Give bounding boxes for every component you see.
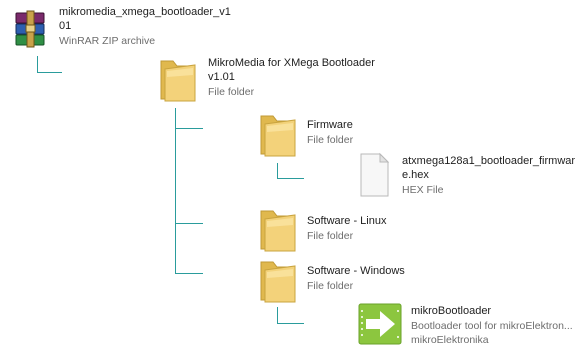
file-hex-type: HEX File [402,184,444,196]
folder-linux-name: Software - Linux [307,215,387,227]
tree-line-firmware-h [175,128,203,129]
folder-main-name-line2: v1.01 [208,71,235,83]
folder-firmware-name: Firmware [307,119,353,131]
tree-line-firmware-v [277,163,278,179]
tree-line-main-v [175,108,176,274]
folder-icon [155,55,199,103]
root-archive-item[interactable]: mikromedia_xmega_bootloader_v1 01 WinRAR… [8,4,268,54]
file-hex-name-line1: atxmega128a1_bootloader_firmwar [402,155,576,167]
document-icon [356,152,392,198]
folder-main-name-line1: MikroMedia for XMega Bootloader [208,57,375,69]
folder-main-item[interactable]: MikroMedia for XMega Bootloader v1.01 Fi… [150,55,410,107]
file-hex-item[interactable]: atxmega128a1_bootloader_firmwar e.hex HE… [352,150,584,200]
folder-windows-name: Software - Windows [307,265,405,277]
folder-icon [255,205,299,253]
folder-windows-item[interactable]: Software - Windows File folder [252,256,462,306]
folder-firmware-type: File folder [307,134,354,146]
root-archive-name-line1: mikromedia_xmega_bootloader_v1 [59,6,231,18]
tree-line-app-h [277,323,304,324]
tree-line-windows-v [277,307,278,324]
file-hex-name-line2: e.hex [402,169,429,181]
winrar-archive-icon [10,10,50,50]
app-mikrobootloader-description: Bootloader tool for mikroElektron... [411,320,573,332]
tree-line-linux-h [175,223,203,224]
mikrobootloader-arrow-icon [358,303,402,345]
folder-icon [255,110,299,158]
tree-line-root-v [37,56,38,73]
folder-linux-type: File folder [307,230,354,242]
folder-linux-item[interactable]: Software - Linux File folder [252,205,452,255]
tree-line-root-h [37,72,62,73]
folder-icon [255,256,299,304]
folder-windows-type: File folder [307,280,354,292]
tree-line-hex-h [277,178,304,179]
folder-main-type: File folder [208,86,255,98]
root-archive-type: WinRAR ZIP archive [59,35,156,47]
tree-line-windows-h [175,273,203,274]
app-mikrobootloader-company: mikroElektronika [411,334,489,346]
app-mikrobootloader-name: mikroBootloader [411,305,492,317]
root-archive-name-line2: 01 [59,20,72,32]
app-mikrobootloader-item[interactable]: mikroBootloader Bootloader tool for mikr… [356,300,584,348]
